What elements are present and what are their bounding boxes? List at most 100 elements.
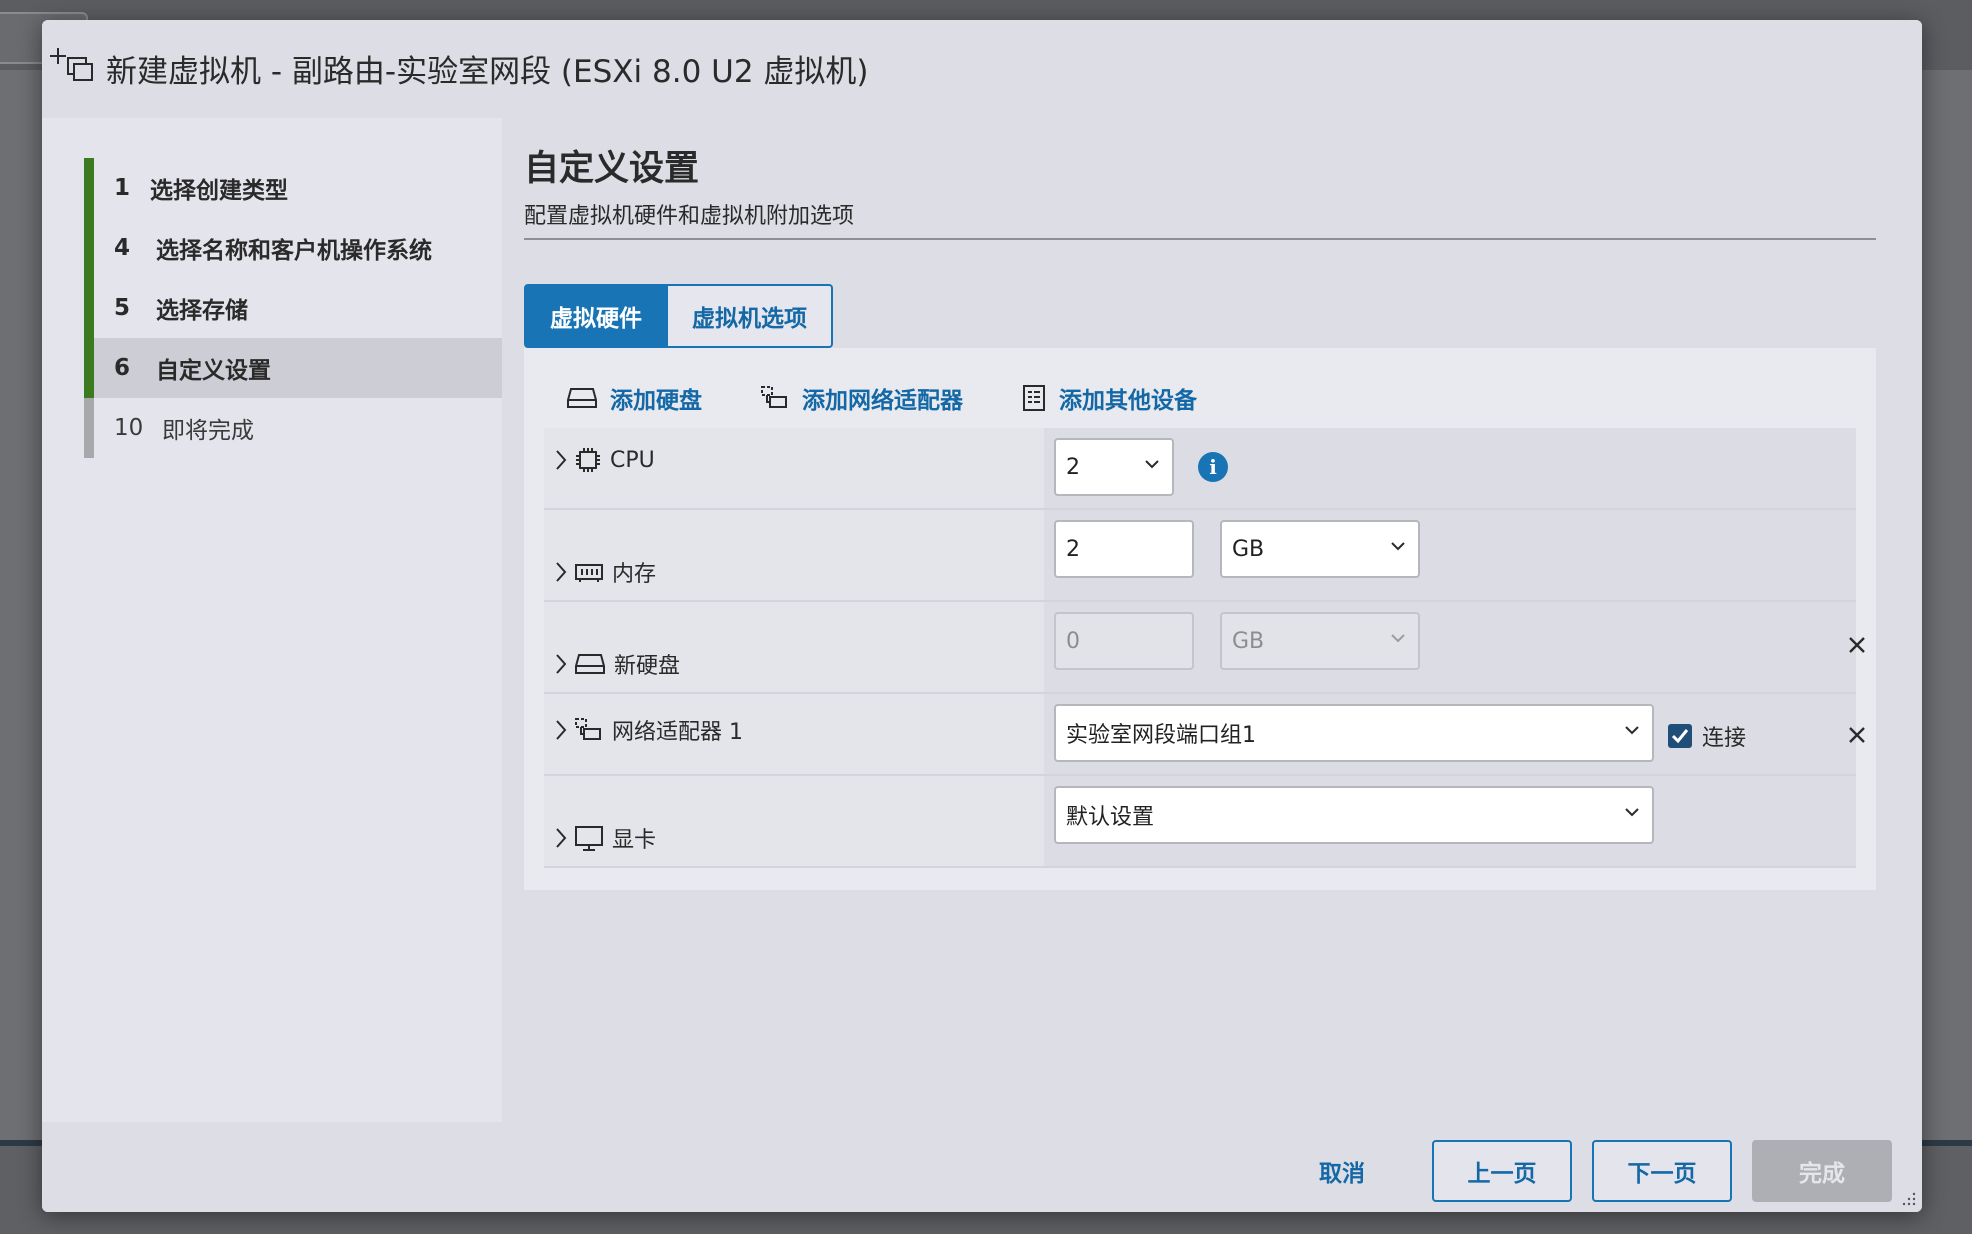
hardware-row-memory: 内存 2 GB <box>544 510 1856 602</box>
hard-disk-icon <box>575 654 605 674</box>
memory-label: 内存 <box>612 562 657 587</box>
step-select-creation-type[interactable]: 1 选择创建类型 <box>84 158 502 218</box>
memory-unit-select[interactable]: GB <box>1220 520 1420 578</box>
step-number: 5 <box>114 295 131 321</box>
disk-unit-select[interactable]: GB <box>1220 612 1420 670</box>
disk-unit-value: GB <box>1232 628 1265 654</box>
tab-virtual-hardware[interactable]: 虚拟硬件 <box>524 284 668 348</box>
page-title: 自定义设置 <box>524 149 700 189</box>
add-hard-disk-label: 添加硬盘 <box>610 388 702 414</box>
video-settings-select[interactable]: 默认设置 <box>1054 786 1654 844</box>
step-progress-bar <box>84 158 94 218</box>
chevron-right-icon <box>556 654 567 674</box>
new-disk-label: 新硬盘 <box>614 654 681 679</box>
cpu-label: CPU <box>610 447 655 473</box>
disk-size-input[interactable]: 0 <box>1054 612 1194 670</box>
step-number: 1 <box>114 175 131 201</box>
hard-disk-icon <box>567 388 597 408</box>
network-adapter-label: 网络适配器 1 <box>612 720 743 745</box>
add-network-adapter-button[interactable]: 添加网络适配器 <box>760 381 963 415</box>
chevron-down-icon <box>1145 460 1159 469</box>
memory-size-value: 2 <box>1066 536 1080 562</box>
network-adapter-icon <box>575 718 601 740</box>
step-progress-bar <box>84 218 94 278</box>
network-adapter-row-toggle[interactable]: 网络适配器 1 <box>554 714 743 746</box>
checkbox-checked-icon <box>1668 724 1692 748</box>
step-label: 即将完成 <box>162 418 254 444</box>
connect-checkbox[interactable]: 连接 <box>1668 720 1746 752</box>
hardware-row-video-card: 显卡 默认设置 <box>544 776 1856 868</box>
other-device-icon <box>1023 385 1045 411</box>
connect-label: 连接 <box>1702 726 1747 751</box>
monitor-icon <box>575 826 603 851</box>
hardware-toolbar: 添加硬盘 添加网络适配器 添加其他设备 <box>566 378 1255 418</box>
chevron-right-icon <box>556 828 567 848</box>
hardware-row-network-adapter: 网络适配器 1 实验室网段端口组1 连接 <box>544 694 1865 776</box>
cpu-icon <box>576 448 600 472</box>
remove-network-close-icon[interactable] <box>1844 722 1870 748</box>
back-button[interactable]: 上一页 <box>1432 1140 1572 1202</box>
page-subtitle: 配置虚拟机硬件和虚拟机附加选项 <box>524 204 855 229</box>
add-network-adapter-label: 添加网络适配器 <box>802 388 963 414</box>
memory-size-input[interactable]: 2 <box>1054 520 1194 578</box>
chevron-right-icon <box>556 450 567 470</box>
memory-row-toggle[interactable]: 内存 <box>554 556 656 588</box>
new-vm-dialog: 新建虚拟机 - 副路由-实验室网段 (ESXi 8.0 U2 虚拟机) 1 选择… <box>42 20 1922 1212</box>
step-progress-bar <box>84 338 94 398</box>
hardware-row-cpu: CPU 2 i <box>544 428 1856 510</box>
hardware-row-new-disk: 新硬盘 0 GB <box>544 602 1865 694</box>
step-select-name-os[interactable]: 4 选择名称和客户机操作系统 <box>84 218 502 278</box>
divider <box>524 238 1876 240</box>
dialog-footer: 取消 上一页 下一页 完成 <box>42 1122 1922 1212</box>
info-icon[interactable]: i <box>1198 452 1228 482</box>
step-label: 选择名称和客户机操作系统 <box>156 238 432 264</box>
step-label: 选择存储 <box>156 298 248 324</box>
step-number: 10 <box>114 415 144 441</box>
cpu-row-toggle[interactable]: CPU <box>554 446 655 474</box>
chevron-right-icon <box>556 720 567 740</box>
new-vm-icon <box>50 44 96 84</box>
dialog-title: 新建虚拟机 - 副路由-实验室网段 (ESXi 8.0 U2 虚拟机) <box>106 54 869 90</box>
step-progress-bar <box>84 398 94 458</box>
finish-button[interactable]: 完成 <box>1752 1140 1892 1202</box>
disk-size-value: 0 <box>1066 628 1080 654</box>
wizard-steps: 1 选择创建类型 4 选择名称和客户机操作系统 5 选择存储 6 自定义设置 1… <box>42 118 502 1122</box>
virtual-hardware-panel: 添加硬盘 添加网络适配器 添加其他设备 CPU 2 i 内存 2 GB 新硬盘 … <box>524 348 1876 890</box>
resize-handle-icon[interactable] <box>1902 1192 1916 1206</box>
step-progress-bar <box>84 278 94 338</box>
chevron-down-icon <box>1391 542 1405 551</box>
video-card-row-toggle[interactable]: 显卡 <box>554 822 656 854</box>
next-button[interactable]: 下一页 <box>1592 1140 1732 1202</box>
cpu-count-select[interactable]: 2 <box>1054 438 1174 496</box>
network-portgroup-value: 实验室网段端口组1 <box>1066 723 1256 748</box>
remove-disk-close-icon[interactable] <box>1844 632 1870 658</box>
cpu-count-value: 2 <box>1066 454 1080 480</box>
network-adapter-icon <box>761 386 787 408</box>
main-content: 自定义设置 配置虚拟机硬件和虚拟机附加选项 虚拟硬件 虚拟机选项 添加硬盘 添加… <box>502 118 1922 1122</box>
step-customize-settings[interactable]: 6 自定义设置 <box>84 338 502 398</box>
step-number: 6 <box>114 355 131 381</box>
add-other-device-label: 添加其他设备 <box>1059 388 1197 414</box>
add-hard-disk-button[interactable]: 添加硬盘 <box>566 381 702 415</box>
step-ready-to-complete[interactable]: 10 即将完成 <box>84 398 502 458</box>
chevron-down-icon <box>1625 808 1639 817</box>
memory-icon <box>575 564 603 582</box>
step-select-storage[interactable]: 5 选择存储 <box>84 278 502 338</box>
step-label: 选择创建类型 <box>150 178 288 204</box>
new-disk-row-toggle[interactable]: 新硬盘 <box>554 648 680 680</box>
cancel-button[interactable]: 取消 <box>1282 1140 1402 1202</box>
step-label: 自定义设置 <box>156 358 271 384</box>
settings-tabs: 虚拟硬件 虚拟机选项 <box>524 284 833 348</box>
memory-unit-value: GB <box>1232 536 1265 562</box>
chevron-down-icon <box>1391 634 1405 643</box>
network-portgroup-select[interactable]: 实验室网段端口组1 <box>1054 704 1654 762</box>
chevron-right-icon <box>556 562 567 582</box>
tab-vm-options[interactable]: 虚拟机选项 <box>668 284 833 348</box>
add-other-device-button[interactable]: 添加其他设备 <box>1021 381 1197 415</box>
hardware-list: CPU 2 i 内存 2 GB 新硬盘 0 GB 网络适配器 1 实验室网段端口… <box>544 428 1865 868</box>
video-settings-value: 默认设置 <box>1066 805 1155 830</box>
dialog-header: 新建虚拟机 - 副路由-实验室网段 (ESXi 8.0 U2 虚拟机) <box>42 20 1922 118</box>
step-number: 4 <box>114 235 131 261</box>
video-card-label: 显卡 <box>612 828 657 853</box>
chevron-down-icon <box>1625 726 1639 735</box>
